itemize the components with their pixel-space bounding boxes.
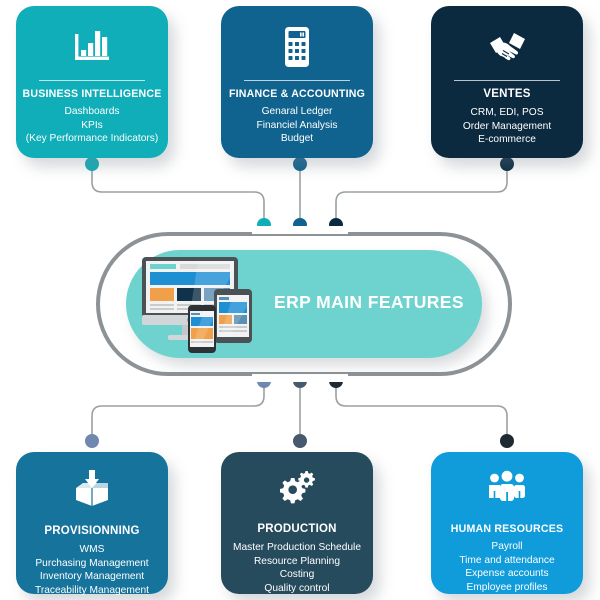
card-line: E-commerce — [478, 134, 536, 146]
dot-business-intelligence-outer — [85, 157, 99, 171]
card-line: Order Management — [462, 120, 552, 132]
wire-human-resources — [335, 380, 508, 437]
card-divider — [38, 80, 146, 81]
card-line: Payroll — [491, 541, 523, 553]
card-title: PRODUCTION — [257, 523, 337, 535]
wire-provisionning — [91, 380, 265, 437]
card-line: Costing — [279, 569, 315, 581]
card-line: Expense accounts — [465, 568, 549, 580]
card-description: WMS Purchasing Management Inventory Mana… — [35, 543, 149, 597]
card-provisionning[interactable]: PROVISIONNING WMS Purchasing Management … — [16, 452, 168, 597]
card-line: WMS — [79, 544, 105, 556]
ring-gap-top — [252, 226, 348, 234]
wire-ventes — [335, 168, 508, 220]
card-description: Master Production Schedule Resource Plan… — [233, 541, 361, 595]
card-line: CRM, EDI, POS — [470, 107, 544, 119]
card-title: HUMAN RESOURCES — [450, 523, 564, 535]
dot-human-resources-outer — [500, 434, 514, 448]
card-human-resources[interactable]: HUMAN RESOURCES Payroll Time and attenda… — [431, 452, 583, 594]
card-finance-accounting[interactable]: FINANCE & ACCOUNTING Genaral Ledger Fina… — [221, 6, 373, 158]
card-title: BUSINESS INTELLIGENCE — [22, 88, 162, 100]
card-line: Traceability Management — [34, 584, 149, 596]
ring-gap-bottom — [252, 374, 348, 382]
card-line: Purchasing Management — [35, 557, 149, 569]
card-line: Master Production Schedule — [233, 542, 361, 554]
calculator-icon — [282, 22, 312, 72]
people-group-icon — [485, 468, 529, 508]
dot-finance-outer — [293, 157, 307, 171]
card-line: Genaral Ledger — [261, 106, 333, 118]
card-production[interactable]: PRODUCTION Master Production Schedule Re… — [221, 452, 373, 594]
card-ventes[interactable]: VENTES CRM, EDI, POS Order Management E-… — [431, 6, 583, 158]
card-line: Time and attendance — [459, 554, 555, 566]
card-title: FINANCE & ACCOUNTING — [228, 88, 366, 100]
center-title: ERP MAIN FEATURES — [274, 292, 464, 312]
card-description: Genaral Ledger Financiel Analysis Budget — [257, 105, 338, 145]
dot-provisionning-outer — [85, 434, 99, 448]
gears-icon — [274, 468, 320, 508]
card-line: KPIs — [81, 119, 103, 131]
card-description: CRM, EDI, POS Order Management E-commerc… — [463, 106, 551, 146]
card-description: Dashboards KPIs (Key Performance Indicat… — [26, 105, 159, 145]
bar-chart-icon — [70, 22, 114, 72]
card-divider — [453, 80, 561, 81]
erp-main-features-diagram: ERP MAIN FEATURES BUSINESS INTELLIGENCE … — [0, 0, 600, 600]
wire-business-intelligence — [91, 168, 265, 220]
card-divider — [243, 80, 351, 81]
card-line: Budget — [280, 133, 314, 145]
dot-ventes-outer — [500, 157, 514, 171]
card-line: Financiel Analysis — [256, 119, 338, 131]
inbox-box-icon — [72, 468, 112, 510]
card-title: VENTES — [483, 88, 531, 100]
card-description: Payroll Time and attendance Expense acco… — [459, 540, 554, 594]
card-line: (Key Performance Indicators) — [25, 133, 159, 145]
dot-production-outer — [293, 434, 307, 448]
card-line: Quality control — [264, 582, 330, 594]
card-business-intelligence[interactable]: BUSINESS INTELLIGENCE Dashboards KPIs (K… — [16, 6, 168, 158]
responsive-devices-illustration — [142, 257, 252, 353]
card-title: PROVISIONNING — [44, 525, 140, 537]
card-line: Resource Planning — [253, 555, 341, 567]
card-line: Employee profiles — [466, 581, 548, 593]
card-line: Dashboards — [64, 106, 120, 118]
card-line: Inventory Management — [39, 571, 145, 583]
handshake-icon — [484, 22, 530, 72]
